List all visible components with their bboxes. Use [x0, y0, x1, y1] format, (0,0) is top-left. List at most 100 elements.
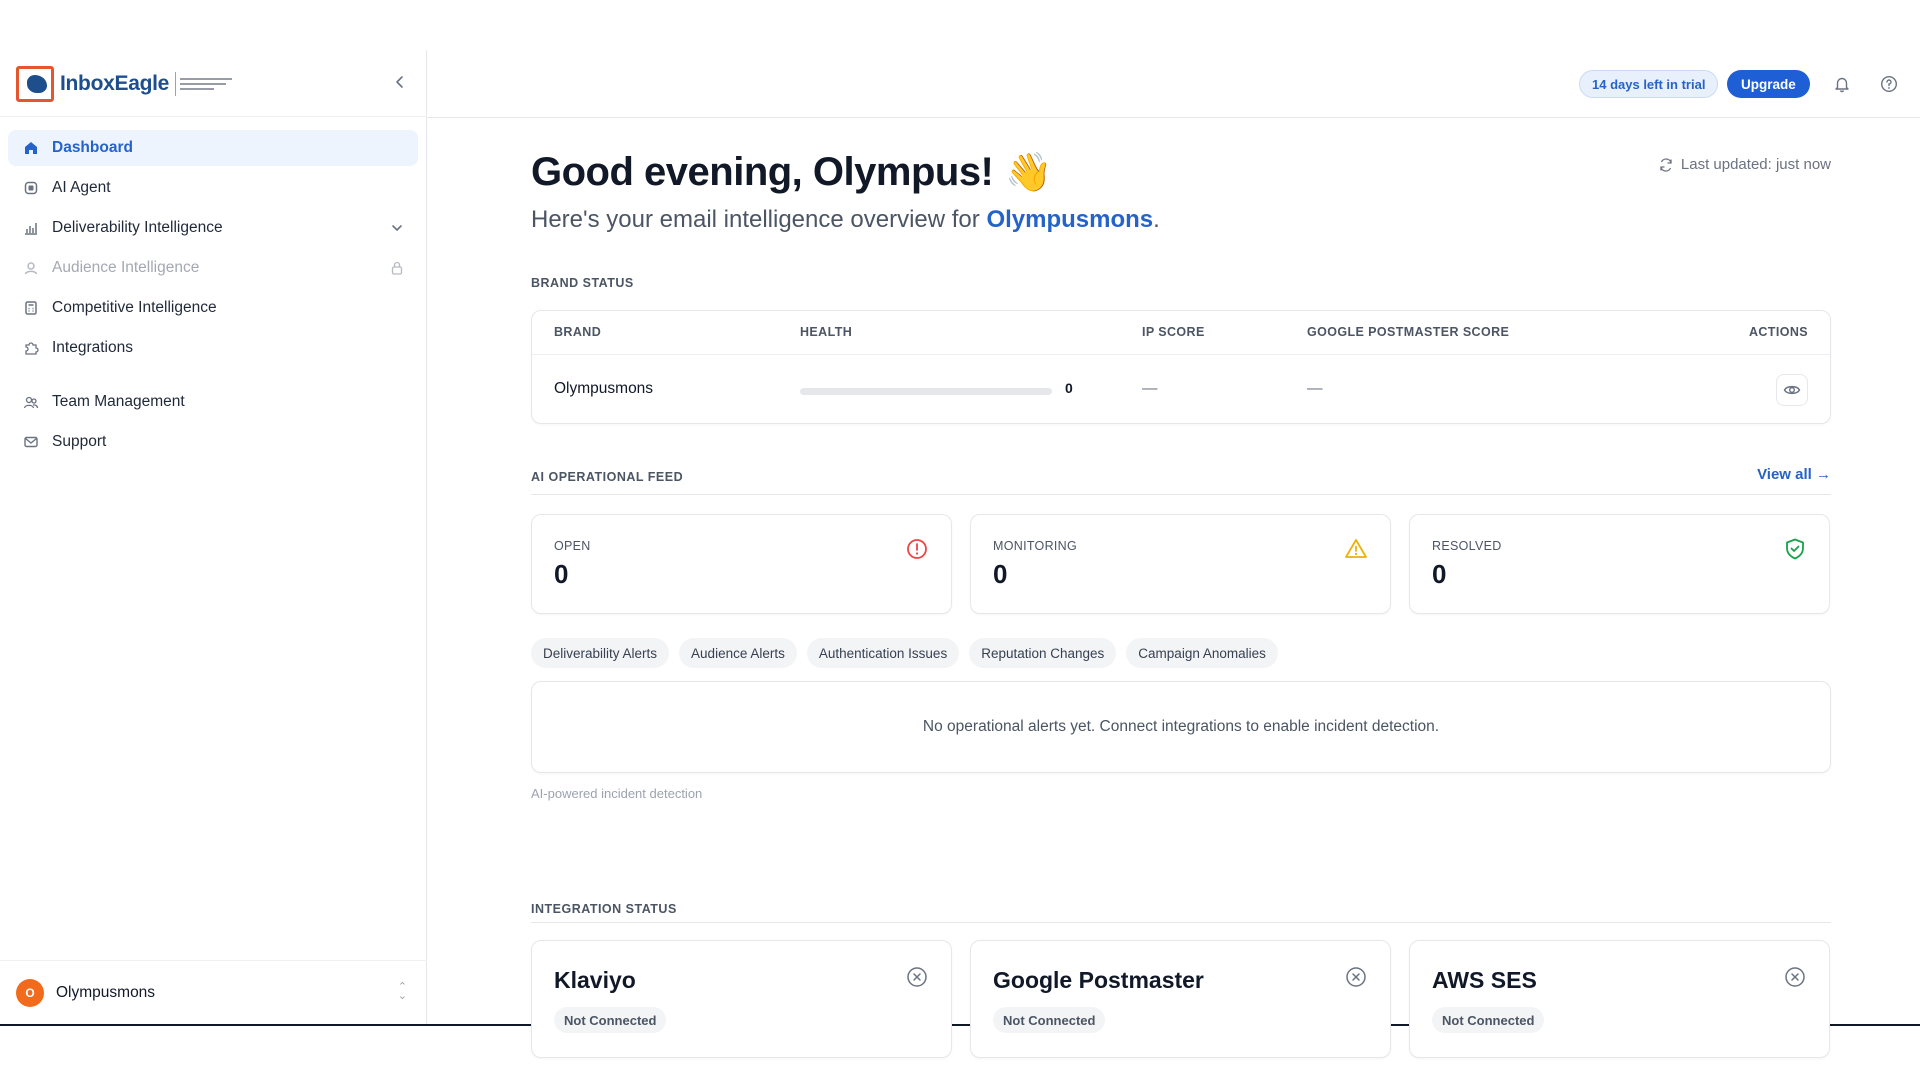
upgrade-button[interactable]: Upgrade [1727, 70, 1810, 98]
filter-chip-deliverability-alerts[interactable]: Deliverability Alerts [531, 638, 670, 668]
eye-icon [1783, 385, 1801, 395]
stat-value: 0 [554, 559, 569, 589]
sidebar-item-label: Deliverability Intelligence [52, 219, 223, 236]
warning-triangle-icon [1345, 539, 1367, 558]
sidebar-item-dashboard[interactable]: Dashboard [8, 130, 418, 166]
sidebar-item-audience-intelligence[interactable]: Audience Intelligence [8, 250, 418, 286]
page-title: Good evening, Olympus! 👋 [531, 150, 1053, 195]
filter-chip-authentication-issues[interactable]: Authentication Issues [806, 638, 960, 668]
view-all-link[interactable]: View all → [1757, 466, 1831, 483]
integration-status-heading: INTEGRATION STATUS [531, 902, 677, 916]
sidebar-divider [0, 116, 427, 117]
column-health: HEALTH [800, 325, 853, 339]
google-score-cell: — [1307, 380, 1323, 397]
eagle-logo-icon [16, 66, 54, 102]
sidebar-item-label: AI Agent [52, 179, 111, 196]
integration-name: AWS SES [1432, 967, 1537, 993]
column-brand: BRAND [554, 325, 602, 339]
puzzle-icon [22, 339, 40, 357]
sidebar-item-ai-agent[interactable]: AI Agent [8, 170, 418, 206]
logo-tagline-mark [175, 72, 237, 96]
integration-card-klaviyo[interactable]: Klaviyo Not Connected [531, 940, 952, 1058]
subtitle-brand-link[interactable]: Olympusmons [986, 206, 1153, 233]
top-bar: 14 days left in trial Upgrade [427, 50, 1920, 118]
column-ip-score: IP SCORE [1142, 325, 1205, 339]
open-stat-card[interactable]: OPEN 0 [531, 514, 952, 614]
lock-icon [388, 259, 406, 277]
greeting-text: Good evening, Olympus! [531, 150, 994, 194]
workspace-switcher[interactable]: O Olympusmons ⌃ ⌄ [0, 960, 427, 1024]
brand-status-heading: BRAND STATUS [531, 276, 634, 290]
main-content: Good evening, Olympus! 👋 Here's your ema… [531, 118, 1831, 1058]
sidebar-item-integrations[interactable]: Integrations [8, 330, 418, 366]
close-circle-icon[interactable] [905, 965, 929, 989]
logo-text: InboxEagle [60, 72, 170, 95]
app-window: InboxEagle Dashboard AI Agent Deliverabi… [0, 50, 1920, 1058]
status-badge: Not Connected [1432, 1007, 1545, 1033]
health-value: 0 [1065, 380, 1073, 396]
sidebar-nav: Dashboard AI Agent Deliverability Intell… [8, 130, 418, 464]
help-icon[interactable] [1877, 72, 1901, 96]
resolved-stat-card[interactable]: RESOLVED 0 [1409, 514, 1830, 614]
close-circle-icon[interactable] [1783, 965, 1807, 989]
health-progress-bar [800, 388, 1052, 395]
sidebar-item-label: Audience Intelligence [52, 259, 200, 276]
ip-score-cell: — [1142, 380, 1158, 397]
chevron-down-icon[interactable] [388, 219, 406, 237]
sidebar-item-team-management[interactable]: Team Management [8, 384, 418, 420]
sidebar-item-label: Competitive Intelligence [52, 299, 217, 316]
section-divider [531, 922, 1831, 923]
trial-badge[interactable]: 14 days left in trial [1579, 70, 1719, 98]
collapse-sidebar-button[interactable] [388, 70, 412, 94]
home-icon [22, 139, 40, 157]
sidebar: InboxEagle Dashboard AI Agent Deliverabi… [0, 50, 427, 1024]
integration-name: Google Postmaster [993, 967, 1204, 993]
users-icon [22, 259, 40, 277]
integration-card-aws-ses[interactable]: AWS SES Not Connected [1409, 940, 1830, 1058]
status-badge: Not Connected [554, 1007, 667, 1033]
feed-caption: AI-powered incident detection [531, 786, 703, 801]
brand-name-cell[interactable]: Olympusmons [554, 380, 653, 398]
filter-chip-reputation-changes[interactable]: Reputation Changes [969, 638, 1117, 668]
page-subtitle: Here's your email intelligence overview … [531, 206, 1160, 234]
table-header: BRAND HEALTH IP SCORE GOOGLE POSTMASTER … [532, 311, 1830, 355]
filter-chip-campaign-anomalies[interactable]: Campaign Anomalies [1126, 638, 1278, 668]
workspace-name: Olympusmons [56, 983, 156, 1001]
status-badge: Not Connected [993, 1007, 1106, 1033]
sidebar-item-label: Support [52, 433, 107, 450]
chevron-left-icon [396, 76, 403, 88]
close-circle-icon[interactable] [1344, 965, 1368, 989]
last-updated-text: Last updated: just now [1680, 156, 1831, 173]
column-actions: ACTIONS [1748, 325, 1808, 339]
bell-icon[interactable] [1830, 72, 1854, 96]
avatar: O [16, 978, 44, 1007]
empty-state-message: No operational alerts yet. Connect integ… [922, 718, 1440, 735]
sidebar-item-competitive-intelligence[interactable]: Competitive Intelligence [8, 290, 418, 326]
chevron-up-down-icon: ⌃ ⌄ [397, 981, 407, 1002]
subtitle-text: Here's your email intelligence overview … [531, 206, 987, 233]
empty-alerts-card: No operational alerts yet. Connect integ… [531, 681, 1831, 773]
view-brand-button[interactable] [1776, 374, 1808, 406]
integration-card-google-postmaster[interactable]: Google Postmaster Not Connected [970, 940, 1391, 1058]
ai-feed-heading: AI OPERATIONAL FEED [531, 470, 684, 484]
sidebar-item-label: Integrations [52, 339, 133, 356]
column-google-postmaster-score: GOOGLE POSTMASTER SCORE [1307, 325, 1510, 339]
refresh-icon [1660, 157, 1672, 172]
last-updated[interactable]: Last updated: just now [1659, 156, 1831, 173]
stat-label: OPEN [554, 539, 591, 553]
stat-value: 0 [1432, 559, 1447, 589]
sidebar-item-support[interactable]: Support [8, 424, 418, 460]
section-divider [531, 494, 1831, 495]
waving-hand-emoji: 👋 [1005, 151, 1053, 194]
logo[interactable]: InboxEagle [16, 64, 237, 104]
shield-check-icon [1786, 538, 1804, 560]
team-icon [22, 393, 40, 411]
subtitle-suffix: . [1153, 206, 1160, 233]
brand-status-table: BRAND HEALTH IP SCORE GOOGLE POSTMASTER … [531, 310, 1831, 424]
sidebar-item-deliverability-intelligence[interactable]: Deliverability Intelligence [8, 210, 418, 246]
filter-chip-audience-alerts[interactable]: Audience Alerts [679, 638, 797, 668]
monitoring-stat-card[interactable]: MONITORING 0 [970, 514, 1391, 614]
alert-filter-chips: Deliverability Alerts Audience Alerts Au… [531, 638, 1278, 668]
alert-circle-icon [907, 539, 927, 559]
